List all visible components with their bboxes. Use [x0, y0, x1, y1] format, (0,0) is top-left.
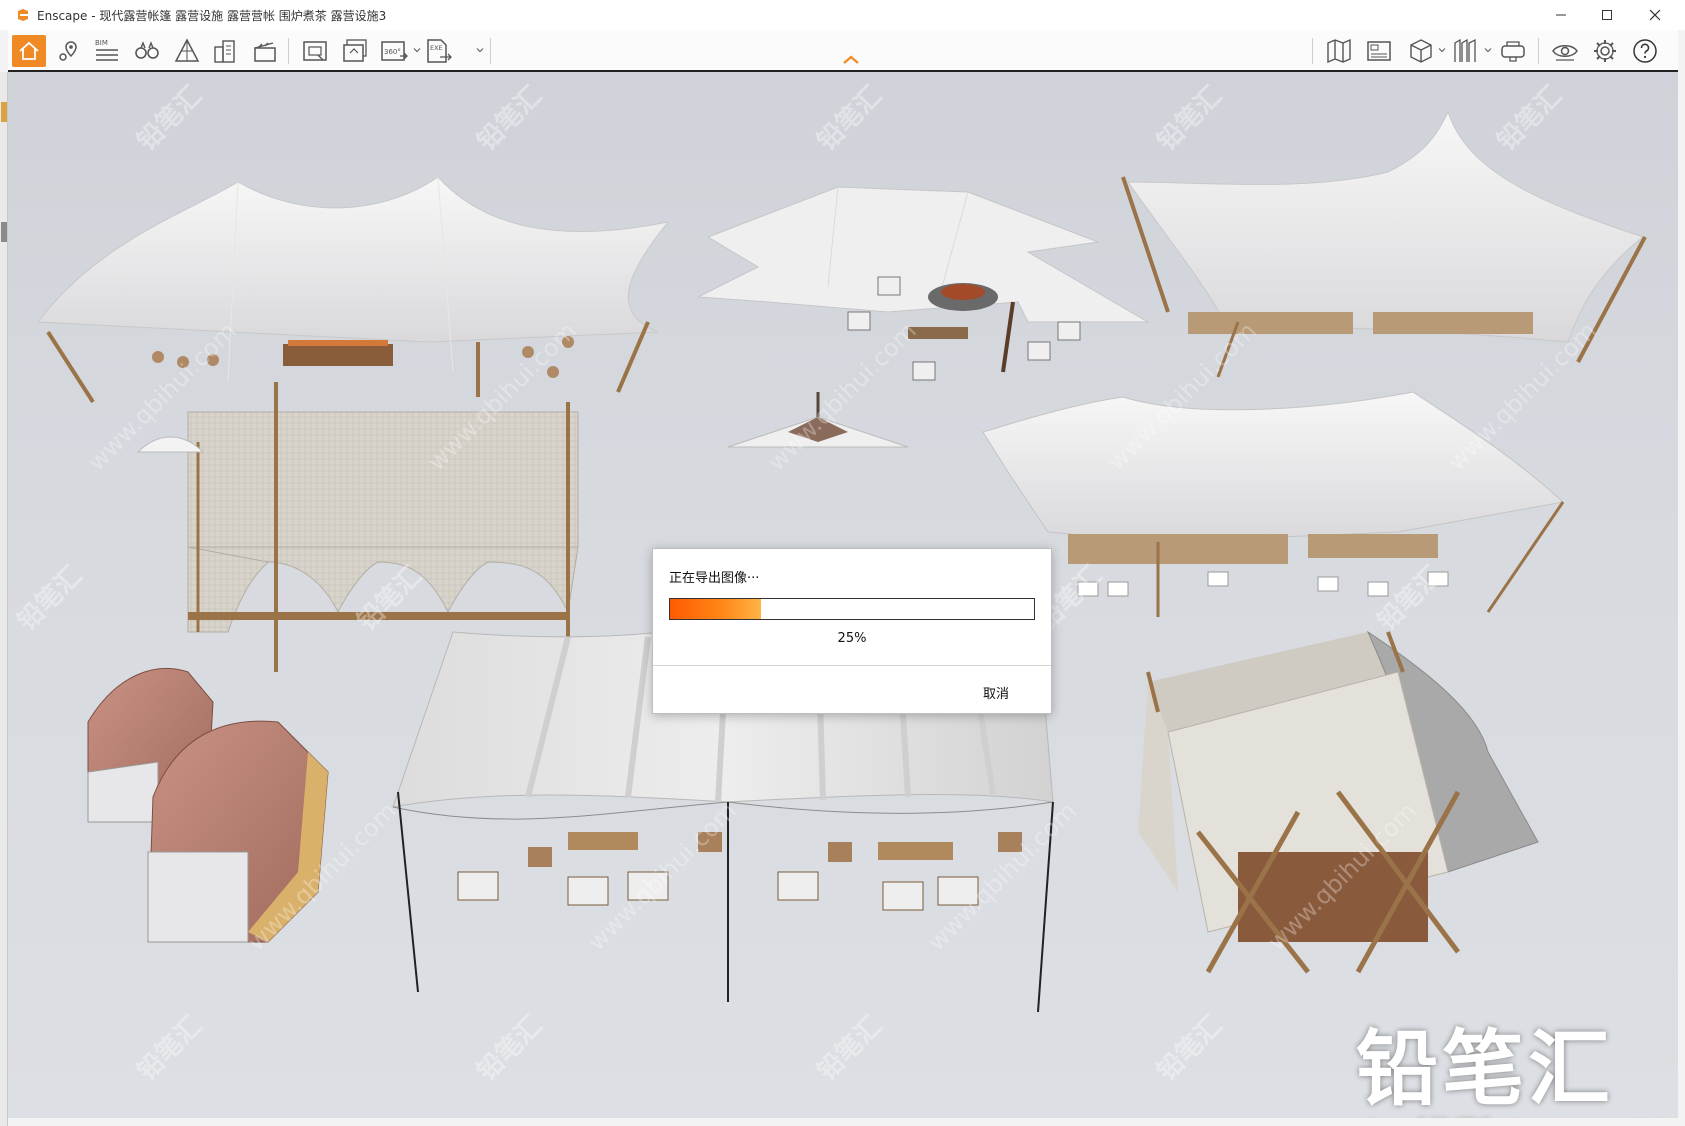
svg-text:铅笔汇: 铅笔汇	[1151, 80, 1228, 157]
left-panel-strip	[0, 72, 8, 1126]
brand-watermark: 铅笔汇	[1356, 1022, 1615, 1117]
svg-text:铅笔汇: 铅笔汇	[811, 1010, 888, 1087]
svg-text:www.qbihui.com: www.qbihui.com	[762, 317, 921, 476]
svg-text:铅笔汇: 铅笔汇	[1491, 80, 1568, 157]
minimap-icon	[1367, 41, 1391, 61]
settings-gear-icon	[1594, 40, 1616, 62]
enscape-toolbar: BIM 360° EXE	[8, 30, 1678, 72]
app-name: Enscape	[37, 9, 88, 23]
chevron-down-icon[interactable]	[476, 46, 484, 54]
panorama-export-icon: 360°	[381, 41, 408, 61]
minimize-button[interactable]	[1538, 0, 1584, 30]
exe-export-icon: EXE	[427, 39, 452, 63]
screenshot-button[interactable]	[298, 35, 332, 67]
close-button[interactable]	[1632, 0, 1678, 30]
help-icon	[1633, 39, 1657, 63]
render-viewport[interactable]: 铅笔汇 铅笔汇 铅笔汇 铅笔汇 铅笔汇 铅笔汇 铅笔汇 铅笔汇 铅笔汇 铅笔汇 …	[8, 72, 1678, 1118]
maximize-icon	[1602, 10, 1612, 20]
panorama-label: 360°	[384, 48, 401, 56]
toolbar-separator	[1312, 38, 1313, 64]
vr-headset-button[interactable]	[1496, 35, 1530, 67]
batch-render-button[interactable]	[338, 35, 372, 67]
material-editor-button[interactable]	[1448, 35, 1482, 67]
svg-text:铅笔汇: 铅笔汇	[131, 1010, 208, 1087]
chevron-down-icon[interactable]	[413, 46, 421, 54]
export-progress-bar	[669, 598, 1035, 620]
clipping-icon	[174, 38, 200, 62]
binoculars-button[interactable]	[130, 35, 164, 67]
bim-button[interactable]: BIM	[90, 35, 124, 67]
strip-marker	[1, 102, 7, 122]
title-bar: Enscape - 现代露营帐篷 露营设施 露营营帐 围炉煮茶 露营设施3	[0, 0, 1685, 30]
svg-text:铅笔汇: 铅笔汇	[1371, 560, 1448, 637]
progress-fill	[670, 599, 761, 619]
enscape-logo-icon	[18, 9, 28, 21]
tension-tent-top-middle	[696, 186, 1150, 381]
buildings-icon	[214, 40, 235, 63]
svg-text:铅笔汇: 铅笔汇	[471, 80, 548, 157]
model-id-watermark: SU模型ID:444739	[1358, 1106, 1678, 1118]
svg-text:铅笔汇: 铅笔汇	[1151, 1010, 1228, 1087]
bim-list-icon: BIM	[95, 39, 118, 61]
clipping-button[interactable]	[170, 35, 204, 67]
exe-export-button[interactable]: EXE	[422, 35, 456, 67]
strip-marker	[1, 222, 7, 242]
visual-settings-eye-icon	[1552, 45, 1578, 61]
collapse-toolbar-chevron-up-icon[interactable]	[842, 54, 860, 66]
svg-text:铅笔汇: 铅笔汇	[131, 80, 208, 157]
enscape-window: Enscape - 现代露营帐篷 露营设施 露营营帐 围炉煮茶 露营设施3 BI…	[0, 0, 1685, 1126]
location-pin-icon	[59, 41, 77, 61]
batch-render-icon	[343, 39, 367, 62]
cancel-button[interactable]: 取消	[983, 683, 1009, 702]
bim-label: BIM	[95, 39, 108, 47]
dialog-title: 正在导出图像···	[669, 571, 760, 586]
tension-tent-top-left	[37, 176, 670, 404]
window-title: Enscape - 现代露营帐篷 露营设施 露营营帐 围炉煮茶 露营设施3	[37, 7, 386, 24]
maximize-button[interactable]	[1584, 0, 1630, 30]
help-button[interactable]	[1628, 35, 1662, 67]
buildings-button[interactable]	[208, 35, 242, 67]
settings-button[interactable]	[1588, 35, 1622, 67]
screenshot-icon	[303, 41, 327, 61]
map-icon	[1327, 38, 1351, 64]
video-editor-button[interactable]	[248, 35, 282, 67]
home-icon	[19, 41, 39, 60]
export-progress-dialog: 正在导出图像··· 25% 取消	[652, 548, 1052, 714]
svg-text:www.qbihui.com: www.qbihui.com	[1442, 317, 1601, 476]
minimap-button[interactable]	[1362, 35, 1396, 67]
minimize-icon	[1556, 14, 1566, 16]
material-editor-icon	[1454, 38, 1476, 62]
chevron-down-icon[interactable]	[1438, 46, 1446, 54]
canvas-tent-middle-left	[136, 382, 579, 672]
asset-library-icon	[1410, 39, 1432, 63]
canvas-tent-bottom-right	[1138, 630, 1539, 974]
home-button[interactable]	[12, 35, 46, 67]
toolbar-separator	[1538, 38, 1539, 64]
svg-text:铅笔汇: 铅笔汇	[471, 1010, 548, 1087]
visual-settings-button[interactable]	[1548, 35, 1582, 67]
video-editor-icon	[254, 42, 276, 62]
exe-label: EXE	[430, 44, 443, 52]
panorama-export-button[interactable]: 360°	[378, 35, 412, 67]
progress-percent-text: 25%	[837, 631, 867, 646]
binoculars-icon	[135, 41, 159, 59]
chevron-down-icon[interactable]	[1484, 46, 1492, 54]
toolbar-separator	[490, 38, 491, 64]
asset-library-button[interactable]	[1404, 35, 1438, 67]
location-pin-button[interactable]	[52, 35, 86, 67]
dialog-divider	[653, 665, 1051, 666]
document-title: 现代露营帐篷 露营设施 露营营帐 围炉煮茶 露营设施3	[99, 9, 387, 23]
svg-text:铅笔汇: 铅笔汇	[811, 80, 888, 157]
vr-headset-icon	[1501, 41, 1525, 62]
map-button[interactable]	[1322, 35, 1356, 67]
title-separator: -	[87, 9, 100, 23]
close-icon	[1649, 9, 1661, 21]
svg-text:铅笔汇: 铅笔汇	[11, 560, 88, 637]
toolbar-separator	[288, 38, 289, 64]
